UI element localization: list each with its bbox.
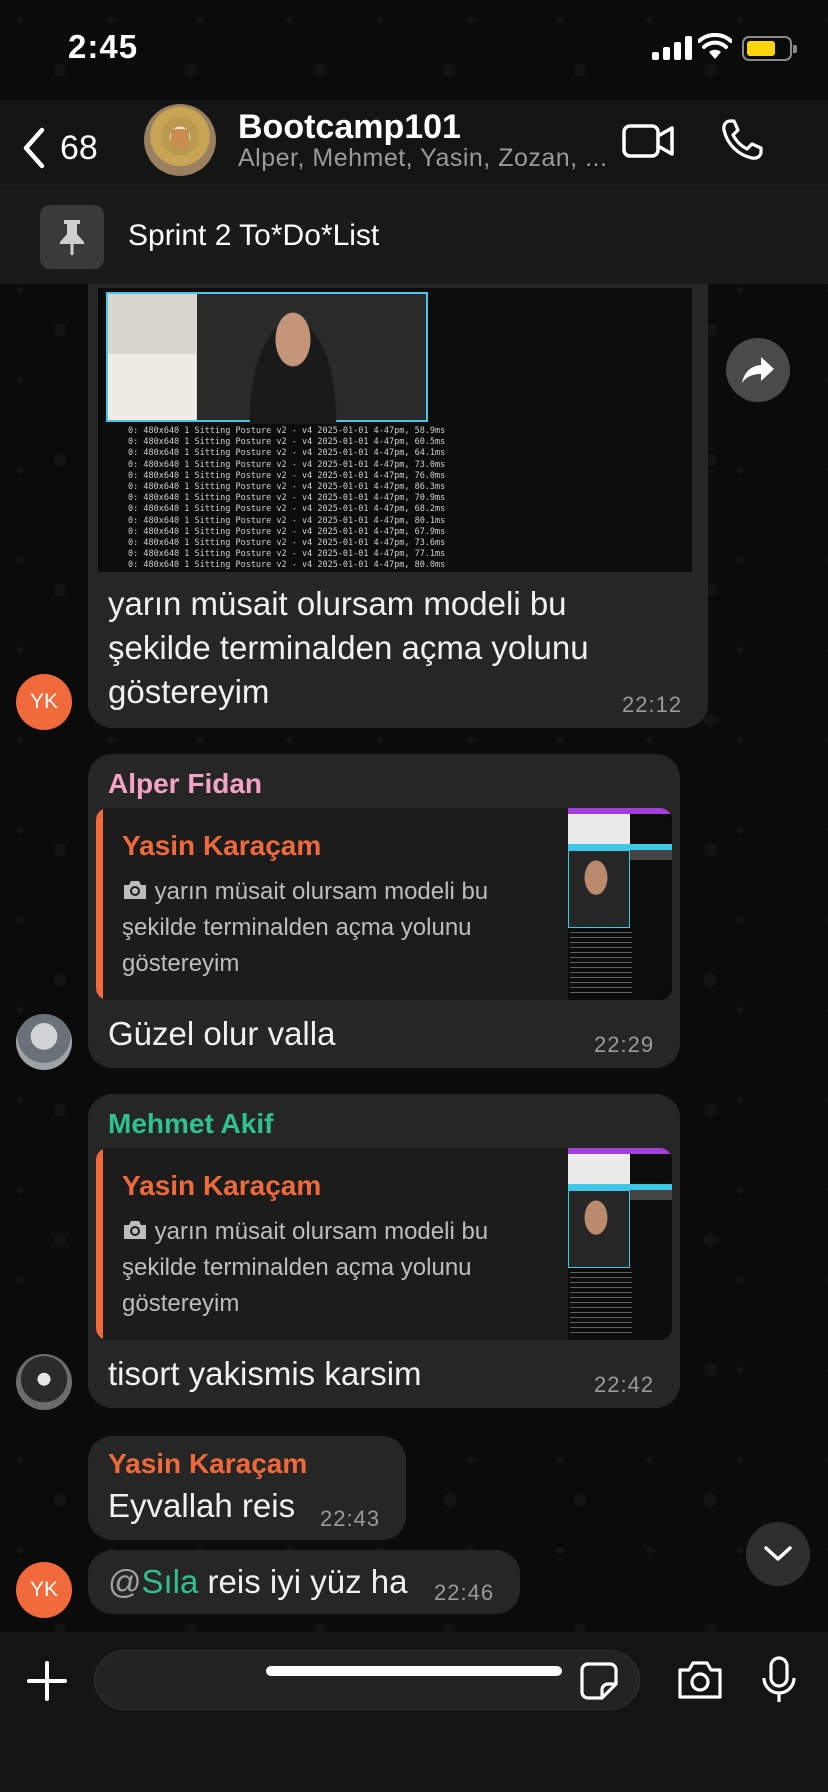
plus-icon[interactable] [26, 1660, 68, 1702]
terminal-output: 0: 480x640 1 Sitting Posture v2 - v4 202… [128, 426, 445, 572]
back-button[interactable]: 68 [22, 118, 98, 178]
terminal-line: 0: 480x640 1 Sitting Posture v2 - v4 202… [128, 459, 446, 470]
unread-count: 68 [60, 128, 98, 167]
microphone-icon[interactable] [760, 1656, 798, 1704]
sender-name[interactable]: Alper Fidan [108, 768, 262, 800]
avatar[interactable]: YK [16, 1562, 72, 1618]
video-call-icon[interactable] [622, 120, 674, 162]
camera-icon[interactable] [676, 1660, 724, 1700]
battery-icon [742, 36, 797, 61]
sender-name[interactable]: Mehmet Akif [108, 1108, 273, 1140]
terminal-line: 0: 480x640 1 Sitting Posture v2 - v4 202… [128, 526, 446, 537]
message-bubble-reply[interactable]: Alper Fidan Yasin Karaçam yarın müsait o… [88, 754, 680, 1068]
pinned-message-bar[interactable]: Sprint 2 To*Do*List [0, 184, 828, 284]
message-bubble-image[interactable]: 0: 480x640 1 Sitting Posture v2 - v4 202… [88, 284, 708, 728]
message-text: yarın müsait olursam modeli bu şekilde t… [108, 585, 589, 710]
group-name[interactable]: Bootcamp101 [238, 108, 461, 147]
reply-sender-name: Yasin Karaçam [122, 1170, 322, 1201]
message-text-content: reis iyi yüz ha [198, 1563, 408, 1600]
avatar[interactable]: YK [16, 674, 72, 730]
quoted-reply[interactable]: Yasin Karaçam yarın müsait olursam model… [96, 808, 672, 1000]
scroll-to-bottom-button[interactable] [746, 1522, 810, 1586]
terminal-line: 0: 480x640 1 Sitting Posture v2 - v4 202… [128, 448, 446, 459]
forward-button[interactable] [726, 338, 790, 402]
terminal-screenshot-image[interactable]: 0: 480x640 1 Sitting Posture v2 - v4 202… [98, 288, 692, 572]
chevron-left-icon [23, 127, 45, 169]
reply-text-content: yarın müsait olursam modeli bu şekilde t… [122, 1218, 489, 1317]
message-text: tisort yakismis karsim [108, 1355, 422, 1392]
mention-at: @ [108, 1563, 142, 1600]
message-time: 22:29 [594, 1032, 655, 1057]
terminal-line: 0: 480x640 1 Sitting Posture v2 - v4 202… [128, 493, 446, 504]
message-time: 22:42 [594, 1372, 655, 1397]
group-avatar[interactable] [144, 104, 216, 176]
pin-icon [40, 205, 104, 269]
phone-icon[interactable] [720, 118, 764, 162]
camera-small-icon [124, 881, 146, 899]
terminal-line: 0: 480x640 1 Sitting Posture v2 - v4 202… [128, 549, 446, 560]
terminal-line: 0: 480x640 1 Sitting Posture v2 - v4 202… [128, 426, 446, 436]
chevron-down-icon [764, 1546, 792, 1561]
sender-name[interactable]: Yasin Karaçam [108, 1448, 307, 1480]
terminal-line: 0: 480x640 1 Sitting Posture v2 - v4 202… [128, 560, 446, 571]
composer-bar [0, 1632, 828, 1792]
chat-header: 68 Bootcamp101 Alper, Mehmet, Yasin, Zoz… [0, 100, 828, 284]
reply-sender-name: Yasin Karaçam [122, 830, 322, 861]
reply-accent-bar [96, 1148, 103, 1340]
mention-link[interactable]: Sıla [142, 1563, 199, 1600]
avatar[interactable] [16, 1354, 72, 1410]
avatar[interactable] [16, 1014, 72, 1070]
terminal-line: 0: 480x640 1 Sitting Posture v2 - v4 202… [128, 470, 446, 481]
terminal-line: 0: 480x640 1 Sitting Posture v2 - v4 202… [128, 538, 446, 549]
reply-accent-bar [96, 808, 103, 1000]
terminal-line: 0: 480x640 1 Sitting Posture v2 - v4 202… [128, 504, 446, 515]
message-bubble-reply[interactable]: Mehmet Akif Yasin Karaçam yarın müsait o… [88, 1094, 680, 1408]
message-bubble[interactable]: @Sıla reis iyi yüz ha 22:46 [88, 1550, 520, 1614]
reply-thumbnail [568, 1148, 672, 1340]
cellular-signal-icon [652, 36, 692, 60]
reply-text-content: yarın müsait olursam modeli bu şekilde t… [122, 878, 489, 977]
reply-text: yarın müsait olursam modeli bu şekilde t… [122, 1214, 542, 1322]
message-bubble[interactable]: Yasin Karaçam Eyvallah reis 22:43 [88, 1436, 406, 1540]
forward-icon [742, 357, 774, 383]
quoted-reply[interactable]: Yasin Karaçam yarın müsait olursam model… [96, 1148, 672, 1340]
message-text: @Sıla reis iyi yüz ha [108, 1560, 407, 1604]
status-time: 2:45 [68, 28, 139, 65]
message-time: 22:12 [622, 692, 683, 717]
terminal-line: 0: 480x640 1 Sitting Posture v2 - v4 202… [128, 482, 446, 493]
webcam-frame [106, 292, 428, 424]
terminal-line: 0: 480x640 1 Sitting Posture v2 - v4 202… [128, 437, 446, 448]
wifi-icon [698, 33, 732, 59]
message-text: Eyvallah reis [108, 1487, 296, 1524]
message-time: 22:43 [320, 1506, 381, 1531]
pinned-message-text: Sprint 2 To*Do*List [128, 219, 380, 252]
message-text: Güzel olur valla [108, 1015, 336, 1052]
camera-small-icon [124, 1221, 146, 1239]
terminal-line: 0: 480x640 1 Sitting Posture v2 - v4 202… [128, 515, 446, 526]
sticker-icon[interactable] [580, 1662, 618, 1700]
status-bar: 2:45 [0, 0, 828, 100]
reply-thumbnail [568, 808, 672, 1000]
message-time: 22:46 [434, 1580, 495, 1605]
group-members[interactable]: Alper, Mehmet, Yasin, Zozan, ... [238, 144, 607, 173]
message-input[interactable] [94, 1650, 640, 1710]
reply-text: yarın müsait olursam modeli bu şekilde t… [122, 874, 542, 982]
home-indicator-bar [266, 1666, 562, 1676]
